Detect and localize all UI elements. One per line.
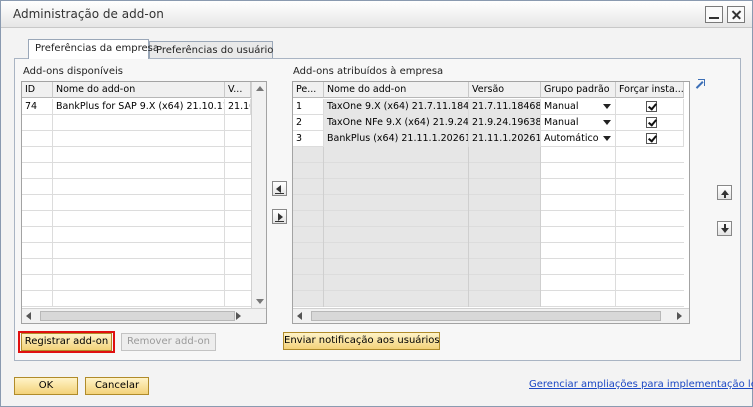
assigned-addons-label: Add-ons atribuídos à empresa bbox=[293, 66, 444, 77]
available-addons-grid[interactable]: ID Nome do add-on V... 74 BankPlus for S… bbox=[21, 81, 267, 324]
force-install-checkbox[interactable] bbox=[646, 101, 657, 112]
chevron-down-icon[interactable] bbox=[603, 120, 611, 125]
table-row[interactable]: 3 BankPlus (x64) 21.11.1.20261 21.11.1.2… bbox=[293, 131, 684, 147]
column-header-version[interactable]: Versão bbox=[469, 82, 541, 98]
table-row[interactable]: 2 TaxOne NFe 9.X (x64) 21.9.24.1 21.9.24… bbox=[293, 115, 684, 131]
cell-name: TaxOne 9.X (x64) 21.7.11.18468 bbox=[324, 99, 469, 115]
cell-id: 74 bbox=[22, 99, 53, 115]
force-install-cell bbox=[616, 131, 684, 147]
group-value: Automático bbox=[544, 133, 599, 144]
remove-addon-button[interactable]: Remover add-on bbox=[121, 333, 216, 351]
group-value: Manual bbox=[544, 101, 579, 112]
column-header-name[interactable]: Nome do add-on bbox=[53, 82, 225, 98]
cell-name: BankPlus (x64) 21.11.1.20261 bbox=[324, 131, 469, 147]
group-dropdown[interactable]: Automático bbox=[541, 131, 616, 147]
group-value: Manual bbox=[544, 117, 579, 128]
minimize-icon[interactable] bbox=[705, 6, 723, 23]
ok-button[interactable]: OK bbox=[14, 377, 78, 395]
chevron-down-icon[interactable] bbox=[603, 104, 611, 109]
column-header-priority[interactable]: Pe... bbox=[293, 82, 324, 98]
scroll-down-icon[interactable] bbox=[256, 299, 264, 304]
assigned-addons-grid[interactable]: Pe... Nome do add-on Versão Grupo padrão… bbox=[292, 81, 690, 324]
cell-version: 21.11.1.20261 bbox=[469, 131, 541, 147]
close-icon[interactable] bbox=[727, 6, 745, 23]
force-install-cell bbox=[616, 115, 684, 131]
chevron-down-icon[interactable] bbox=[603, 136, 611, 141]
vertical-scrollbar[interactable] bbox=[251, 82, 266, 308]
column-header-name[interactable]: Nome do add-on bbox=[324, 82, 469, 98]
addon-admin-window: Administração de add-on Preferências da … bbox=[0, 0, 753, 407]
column-header-default-group[interactable]: Grupo padrão bbox=[541, 82, 616, 98]
move-left-button[interactable] bbox=[272, 181, 287, 196]
cell-version: 21.7.11.18468 bbox=[469, 99, 541, 115]
scroll-left-icon[interactable] bbox=[26, 312, 31, 320]
cell-version: 21.9.24.19638 bbox=[469, 115, 541, 131]
table-row[interactable]: 1 TaxOne 9.X (x64) 21.7.11.18468 21.7.11… bbox=[293, 99, 684, 115]
scroll-thumb[interactable] bbox=[40, 311, 235, 321]
column-header-force-install[interactable]: Forçar insta... bbox=[616, 82, 684, 98]
window-title: Administração de add-on bbox=[13, 7, 164, 21]
scroll-thumb[interactable] bbox=[311, 311, 661, 321]
table-row[interactable]: 74 BankPlus for SAP 9.X (x64) 21.10.11.1… bbox=[22, 99, 251, 115]
arrow-down-icon bbox=[721, 228, 729, 233]
cell-name: BankPlus for SAP 9.X (x64) 21.10.11.1 bbox=[53, 99, 225, 115]
column-header-version[interactable]: V... bbox=[225, 82, 251, 98]
force-install-checkbox[interactable] bbox=[646, 133, 657, 144]
expand-icon[interactable] bbox=[693, 79, 705, 91]
manage-extensions-link[interactable]: Gerenciar ampliações para implementação … bbox=[529, 379, 753, 390]
arrow-right-icon bbox=[278, 213, 283, 221]
notify-users-button[interactable]: Enviar notificação aos usuários bbox=[283, 332, 440, 350]
column-header-id[interactable]: ID bbox=[22, 82, 53, 98]
cell-version: 21.10 bbox=[225, 99, 251, 115]
group-dropdown[interactable]: Manual bbox=[541, 115, 616, 131]
group-dropdown[interactable]: Manual bbox=[541, 99, 616, 115]
move-down-button[interactable] bbox=[717, 221, 732, 236]
cell-name: TaxOne NFe 9.X (x64) 21.9.24.1 bbox=[324, 115, 469, 131]
cancel-button[interactable]: Cancelar bbox=[85, 377, 149, 395]
available-addons-label: Add-ons disponíveis bbox=[23, 66, 123, 77]
scroll-right-icon[interactable] bbox=[677, 312, 682, 320]
register-addon-button[interactable]: Registrar add-on bbox=[21, 333, 112, 351]
empty-rows bbox=[22, 115, 251, 307]
scroll-left-icon[interactable] bbox=[297, 312, 302, 320]
cell-priority: 2 bbox=[293, 115, 324, 131]
empty-rows bbox=[293, 147, 684, 307]
force-install-cell bbox=[616, 99, 684, 115]
horizontal-scrollbar[interactable] bbox=[22, 308, 266, 323]
scroll-up-icon[interactable] bbox=[256, 86, 264, 91]
horizontal-scrollbar[interactable] bbox=[293, 308, 689, 323]
scroll-right-icon[interactable] bbox=[236, 312, 241, 320]
arrow-left-icon bbox=[276, 185, 281, 193]
title-bar[interactable]: Administração de add-on bbox=[1, 1, 752, 28]
tab-company-preferences[interactable]: Preferências da empresa bbox=[28, 39, 159, 59]
cell-priority: 3 bbox=[293, 131, 324, 147]
move-right-button[interactable] bbox=[272, 209, 287, 224]
grid-edge bbox=[684, 82, 689, 323]
force-install-checkbox[interactable] bbox=[646, 117, 657, 128]
cell-priority: 1 bbox=[293, 99, 324, 115]
move-up-button[interactable] bbox=[717, 185, 732, 200]
